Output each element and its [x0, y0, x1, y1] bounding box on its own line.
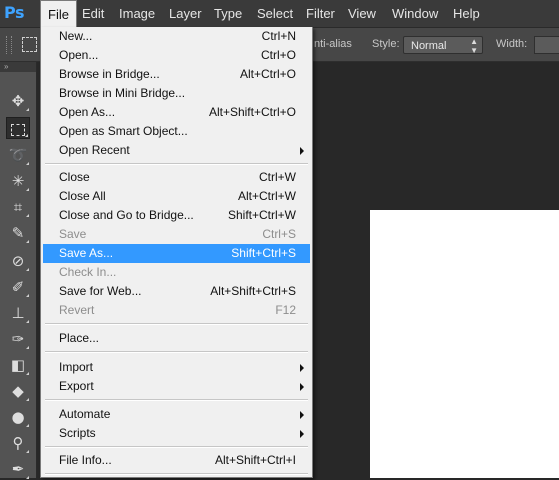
menu-image[interactable]: Image: [112, 0, 162, 27]
submenu-arrow-icon: [300, 411, 304, 419]
menu-item-place[interactable]: Place...: [43, 329, 310, 348]
tools-panel: » ✥ ➰ ✳ ⌗ ✎ ⊘ ✐ ⊥ ✑ ◧ ◆ ● ⚲ ✒: [0, 62, 37, 480]
move-tool-icon[interactable]: ✥: [6, 90, 30, 112]
menu-item-save-for-web[interactable]: Save for Web... Alt+Shift+Ctrl+S: [43, 282, 310, 301]
panel-collapse-icon[interactable]: »: [0, 62, 36, 72]
menu-edit[interactable]: Edit: [75, 0, 111, 27]
menu-item-export[interactable]: Export: [43, 377, 310, 396]
menu-bar: Ps File Edit Image Layer Type Select Fil…: [0, 0, 559, 28]
menu-layer[interactable]: Layer: [162, 0, 209, 27]
width-input[interactable]: [534, 36, 559, 54]
submenu-arrow-icon: [300, 147, 304, 155]
menu-item-save: Save Ctrl+S: [59, 227, 296, 241]
rectangular-marquee-tool-icon[interactable]: [6, 117, 30, 139]
menu-item-scripts[interactable]: Scripts: [43, 424, 310, 443]
style-value: Normal: [411, 40, 447, 52]
lasso-tool-icon[interactable]: ➰: [6, 144, 30, 166]
document-canvas[interactable]: [370, 210, 559, 478]
menu-item-new[interactable]: New... Ctrl+N: [43, 27, 310, 46]
brush-tool-icon[interactable]: ✐: [6, 276, 30, 298]
blur-tool-icon[interactable]: ●: [6, 406, 30, 428]
crop-tool-icon[interactable]: ⌗: [6, 196, 30, 218]
menu-item-browse-in-mini-bridge[interactable]: Browse in Mini Bridge...: [43, 84, 310, 103]
submenu-arrow-icon: [300, 383, 304, 391]
menu-item-open-recent[interactable]: Open Recent: [43, 141, 310, 160]
menu-item-file-info[interactable]: File Info... Alt+Shift+Ctrl+I: [43, 451, 310, 470]
clone-stamp-tool-icon[interactable]: ⊥: [6, 302, 30, 324]
file-menu-dropdown: New... Ctrl+N Open... Ctrl+O Browse in Bri…: [40, 27, 313, 478]
menu-file[interactable]: File: [40, 0, 77, 27]
menu-separator: [45, 446, 308, 448]
menu-item-close-and-go-to-bridge[interactable]: Close and Go to Bridge... Shift+Ctrl+W: [43, 206, 310, 225]
menu-window[interactable]: Window: [385, 0, 445, 27]
menu-separator: [45, 473, 308, 475]
menu-separator: [45, 399, 308, 401]
spot-healing-brush-tool-icon[interactable]: ⊘: [6, 250, 30, 272]
antialias-label: nti-alias: [314, 38, 352, 50]
eraser-tool-icon[interactable]: ◧: [6, 354, 30, 376]
width-label: Width:: [496, 38, 528, 50]
history-brush-tool-icon[interactable]: ✑: [6, 328, 30, 350]
menu-filter[interactable]: Filter: [299, 0, 342, 27]
submenu-arrow-icon: [300, 364, 304, 372]
menu-separator: [45, 323, 308, 325]
menu-item-open-as[interactable]: Open As... Alt+Shift+Ctrl+O: [43, 103, 310, 122]
photoshop-logo: Ps: [4, 3, 24, 22]
paint-bucket-tool-icon[interactable]: ◆: [6, 380, 30, 402]
menu-item-close-all[interactable]: Close All Alt+Ctrl+W: [43, 187, 310, 206]
menu-separator: [45, 351, 308, 353]
menu-help[interactable]: Help: [446, 0, 487, 27]
menu-type[interactable]: Type: [207, 0, 249, 27]
dodge-tool-icon[interactable]: ⚲: [6, 432, 30, 454]
style-select[interactable]: Normal ▲ ▼: [403, 36, 483, 55]
select-arrows-icon: ▲ ▼: [470, 37, 478, 55]
menu-item-open[interactable]: Open... Ctrl+O: [43, 46, 310, 65]
menu-item-revert: Revert F12: [59, 303, 296, 317]
options-bar-grip[interactable]: [6, 36, 12, 54]
menu-item-import[interactable]: Import: [43, 358, 310, 377]
menu-item-close[interactable]: Close Ctrl+W: [43, 168, 310, 187]
magic-wand-tool-icon[interactable]: ✳: [6, 170, 30, 192]
menu-view[interactable]: View: [341, 0, 383, 27]
submenu-arrow-icon: [300, 430, 304, 438]
menu-item-save-as[interactable]: Save As... Shift+Ctrl+S: [43, 244, 310, 263]
menu-item-check-in: Check In...: [59, 265, 117, 279]
menu-item-automate[interactable]: Automate: [43, 405, 310, 424]
menu-separator: [45, 163, 308, 165]
style-label: Style:: [372, 38, 400, 50]
menu-select[interactable]: Select: [250, 0, 300, 27]
menu-item-open-as-smart-object[interactable]: Open as Smart Object...: [43, 122, 310, 141]
tool-preset-marquee-icon[interactable]: [22, 37, 37, 52]
pen-tool-icon[interactable]: ✒: [6, 458, 30, 480]
eyedropper-tool-icon[interactable]: ✎: [6, 222, 30, 244]
menu-item-browse-in-bridge[interactable]: Browse in Bridge... Alt+Ctrl+O: [43, 65, 310, 84]
